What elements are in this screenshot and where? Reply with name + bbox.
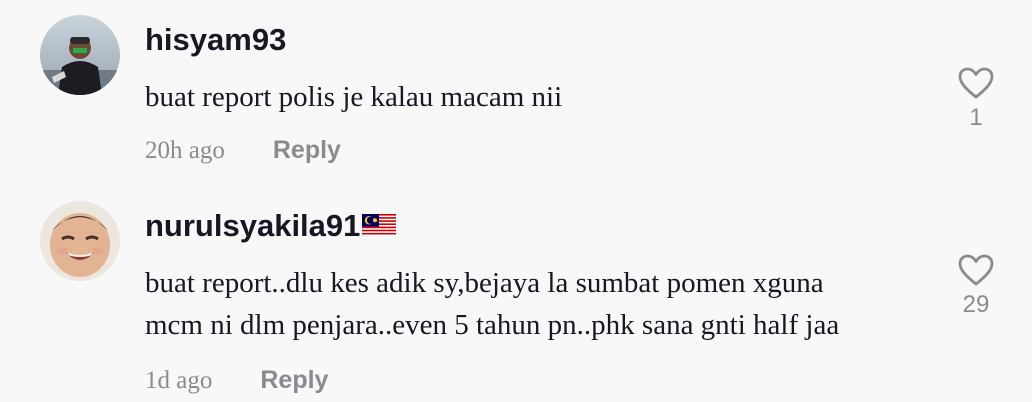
comment-item: hisyam93 buat report polis je kalau maca…: [0, 0, 1032, 190]
comment-text-line: buat report polis je kalau macam nii: [145, 81, 563, 113]
reply-button[interactable]: Reply: [273, 136, 341, 164]
comment-text: buat report polis je kalau macam nii: [145, 76, 562, 118]
avatar[interactable]: [40, 15, 120, 95]
avatar[interactable]: [40, 201, 120, 281]
baby-photo-avatar: [40, 201, 120, 281]
like-button[interactable]: 29: [946, 253, 1006, 319]
comment-text: buat report..dlu kes adik sy,bejaya la s…: [145, 262, 839, 346]
heart-outline-icon: [958, 254, 994, 286]
username-text: nurulsyakila91: [145, 208, 361, 243]
comment-username[interactable]: nurulsyakila91: [145, 208, 397, 244]
like-button[interactable]: 1: [946, 66, 1006, 132]
comment-timestamp: 20h ago: [145, 137, 225, 164]
reply-button[interactable]: Reply: [260, 366, 328, 394]
comment-text-line: mcm ni dlm penjara..even 5 tahun pn..phk…: [145, 309, 840, 341]
user-photo-avatar: [40, 15, 120, 95]
like-count: 1: [969, 104, 983, 131]
comment-item: nurulsyakila91 buat report..dlu kes adik…: [0, 190, 1032, 402]
comment-timestamp: 1d ago: [145, 367, 213, 394]
comment-meta: 20h ago Reply: [145, 135, 341, 166]
like-count: 29: [962, 291, 990, 318]
comment-meta: 1d ago Reply: [145, 365, 328, 396]
comment-text-line: buat report..dlu kes adik sy,bejaya la s…: [145, 267, 824, 299]
malaysia-flag-icon: [362, 208, 397, 244]
username-text: hisyam93: [145, 22, 287, 57]
comment-username[interactable]: hisyam93: [145, 22, 286, 58]
heart-outline-icon: [958, 67, 994, 99]
